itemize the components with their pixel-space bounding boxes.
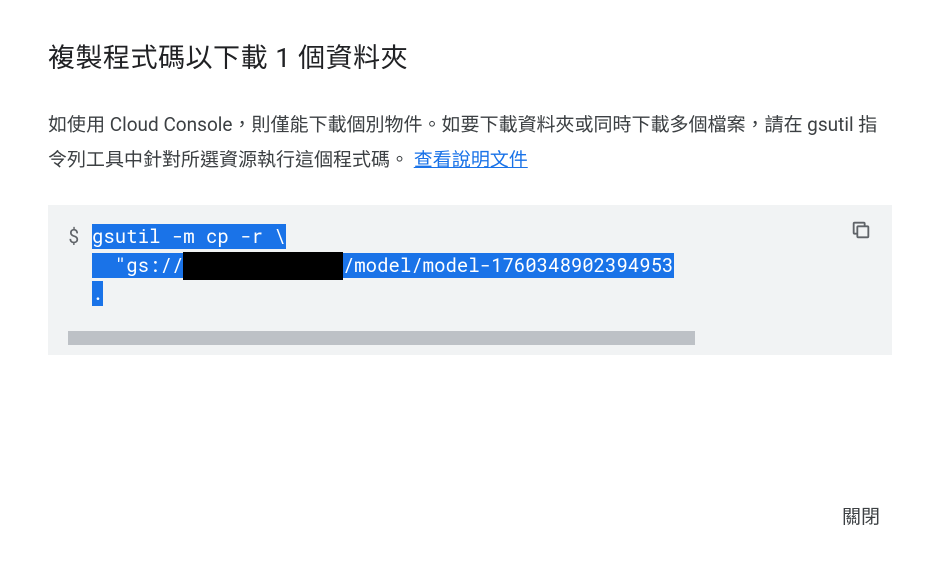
code-content[interactable]: gsutil -m cp -r \ "gs:// /model/model-17… (92, 223, 674, 309)
code-line-3: . (92, 281, 103, 306)
dialog-description: 如使用 Cloud Console，則僅能下載個別物件。如要下載資料夾或同時下載… (48, 107, 892, 177)
dialog-title: 複製程式碼以下載 1 個資料夾 (48, 36, 892, 75)
copy-button[interactable] (850, 219, 874, 243)
code-line-2-suffix: /model/model-1760348902394953 (343, 253, 674, 278)
download-code-dialog: 複製程式碼以下載 1 個資料夾 如使用 Cloud Console，則僅能下載個… (0, 0, 940, 565)
close-button[interactable]: 關閉 (830, 494, 892, 537)
horizontal-scrollbar-thumb[interactable] (68, 331, 695, 345)
horizontal-scrollbar-track[interactable] (68, 331, 872, 345)
code-redacted-bucket (183, 252, 343, 281)
copy-icon (850, 219, 872, 241)
code-block: $gsutil -m cp -r \ "gs:// /model/model-1… (48, 205, 892, 355)
code-line-1: gsutil -m cp -r \ (92, 224, 286, 249)
code-prompt-symbol: $ (68, 223, 92, 252)
code-line-2-prefix: "gs:// (92, 253, 183, 278)
dialog-actions: 關閉 (830, 494, 892, 537)
documentation-link[interactable]: 查看說明文件 (414, 148, 528, 171)
